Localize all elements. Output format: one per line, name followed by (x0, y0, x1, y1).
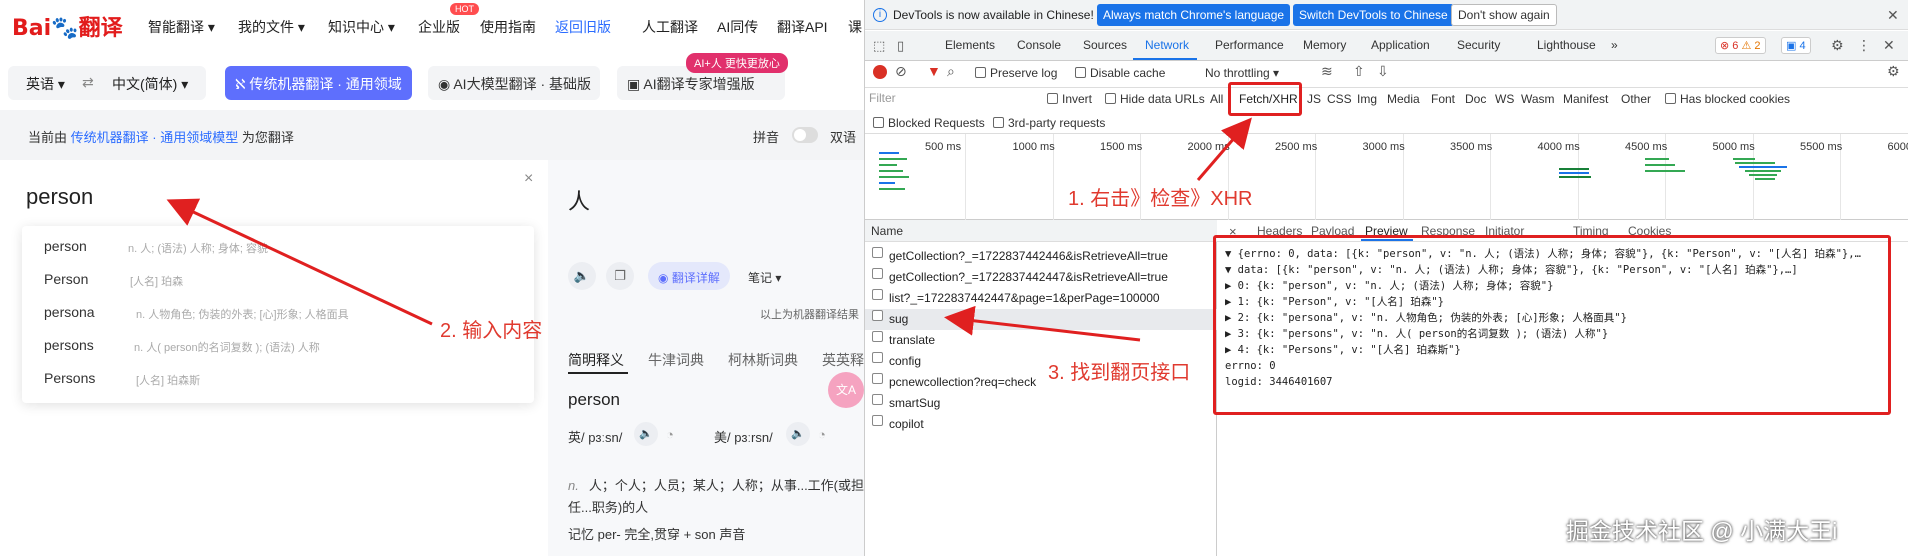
watermark: 掘金技术社区 @ 小满大王i (1566, 518, 1838, 544)
arrow-step2 (166, 198, 433, 326)
annotation-arrows (166, 117, 1252, 342)
arrow-step1 (1196, 117, 1252, 181)
arrow-step3 (944, 305, 1141, 342)
